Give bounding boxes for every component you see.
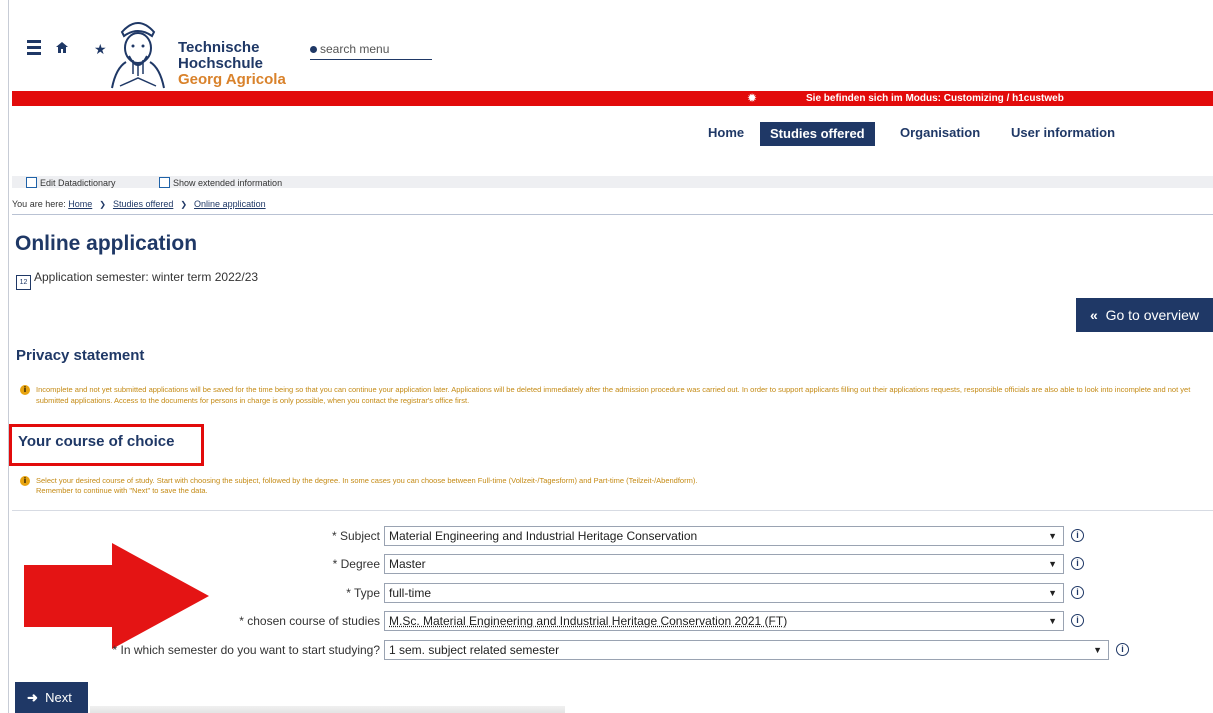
search-icon [310, 46, 317, 53]
mode-banner: ✹ Sie befinden sich im Modus: Customizin… [12, 91, 1213, 106]
next-button[interactable]: ➜ Next [15, 682, 88, 713]
info-icon: i [20, 385, 30, 395]
info-icon: i [20, 476, 30, 486]
home-icon[interactable] [55, 41, 69, 59]
subject-value: Material Engineering and Industrial Heri… [389, 529, 698, 543]
divider [12, 510, 1213, 511]
chevron-down-icon: ▼ [1093, 645, 1102, 655]
breadcrumb-online-application[interactable]: Online application [194, 199, 266, 209]
application-semester-text: Application semester: winter term 2022/2… [34, 270, 259, 284]
start-semester-label: * In which semester do you want to start… [112, 643, 380, 657]
breadcrumb-home[interactable]: Home [68, 199, 92, 209]
chevron-down-icon: ▼ [1048, 616, 1057, 626]
chevron-down-icon: ▼ [1048, 531, 1057, 541]
course-choice-text-line2: Remember to continue with "Next" to save… [36, 486, 208, 495]
breadcrumb: You are here: Home ❯ Studies offered ❯ Onlin… [12, 194, 1213, 215]
course-info-icon[interactable]: i [1071, 614, 1084, 627]
subject-select[interactable]: Material Engineering and Industrial Heri… [384, 526, 1064, 546]
course-choice-text: Select your desired course of study. Sta… [36, 476, 1136, 496]
edit-toolbar: Edit Datadictionary Show extended inform… [12, 176, 1213, 188]
privacy-text: Incomplete and not yet submitted applica… [36, 385, 1191, 405]
course-label: * chosen course of studies [239, 614, 380, 628]
edit-datadictionary-toggle[interactable]: Edit Datadictionary [26, 177, 116, 188]
degree-info-icon[interactable]: i [1071, 557, 1084, 570]
logo-text-line1: Technische [178, 39, 260, 56]
arrow-right-icon: ➜ [27, 690, 38, 705]
nav-organisation[interactable]: Organisation [900, 125, 980, 147]
course-value: M.Sc. Material Engineering and Industria… [389, 614, 788, 628]
go-to-overview-label: Go to overview [1105, 307, 1199, 323]
nav-home[interactable]: Home [708, 125, 744, 147]
logo-text-line2: Hochschule [178, 55, 264, 72]
subject-label: * Subject [331, 529, 380, 543]
start-semester-value: 1 sem. subject related semester [389, 643, 560, 657]
type-info-icon[interactable]: i [1071, 586, 1084, 599]
edit-datadictionary-label: Edit Datadictionary [40, 178, 116, 188]
chevron-right-icon: ❯ [99, 200, 106, 209]
checkbox-icon [159, 177, 170, 188]
double-chevron-left-icon: « [1090, 307, 1098, 323]
type-value: full-time [389, 586, 432, 600]
breadcrumb-studies-offered[interactable]: Studies offered [113, 199, 173, 209]
page-left-border [8, 0, 9, 713]
page-title: Online application [15, 232, 198, 255]
degree-label: * Degree [332, 557, 380, 571]
course-choice-heading: Your course of choice [18, 433, 175, 450]
search-menu-input[interactable]: search menu [310, 42, 432, 60]
next-label: Next [45, 690, 72, 705]
course-choice-text-line1: Select your desired course of study. Sta… [36, 476, 698, 485]
degree-value: Master [389, 557, 426, 571]
menu-icon[interactable] [27, 40, 41, 58]
chevron-down-icon: ▼ [1048, 588, 1057, 598]
nav-studies-offered[interactable]: Studies offered [760, 122, 875, 146]
university-logo-emblem[interactable] [106, 12, 170, 95]
type-label: * Type [346, 586, 380, 600]
chevron-right-icon: ❯ [180, 200, 188, 209]
chevron-down-icon: ▼ [1048, 559, 1057, 569]
scroll-shadow [90, 706, 565, 713]
show-extended-toggle[interactable]: Show extended information [159, 177, 282, 188]
course-select[interactable]: M.Sc. Material Engineering and Industria… [384, 611, 1064, 631]
start-semester-select[interactable]: 1 sem. subject related semester ▼ [384, 640, 1109, 660]
start-semester-info-icon[interactable]: i [1116, 643, 1129, 656]
show-extended-label: Show extended information [173, 178, 283, 188]
logo-text-line3: Georg Agricola [178, 71, 286, 88]
privacy-heading: Privacy statement [16, 347, 145, 364]
application-semester: 12 Application semester: winter term 2022… [16, 270, 258, 290]
go-to-overview-button[interactable]: « Go to overview [1076, 298, 1213, 332]
search-placeholder: search menu [320, 42, 390, 56]
star-icon[interactable]: ★ [94, 41, 107, 58]
mode-banner-text: Sie befinden sich im Modus: Customizing … [806, 93, 1064, 104]
breadcrumb-prefix: You are here: [12, 199, 66, 209]
calendar-icon: 12 [16, 275, 31, 290]
checkbox-icon [26, 177, 37, 188]
subject-info-icon[interactable]: i [1071, 529, 1084, 542]
nav-user-information[interactable]: User information [1011, 125, 1115, 147]
type-select[interactable]: full-time ▼ [384, 583, 1064, 603]
degree-select[interactable]: Master ▼ [384, 554, 1064, 574]
gear-icon[interactable]: ✹ [747, 91, 757, 106]
